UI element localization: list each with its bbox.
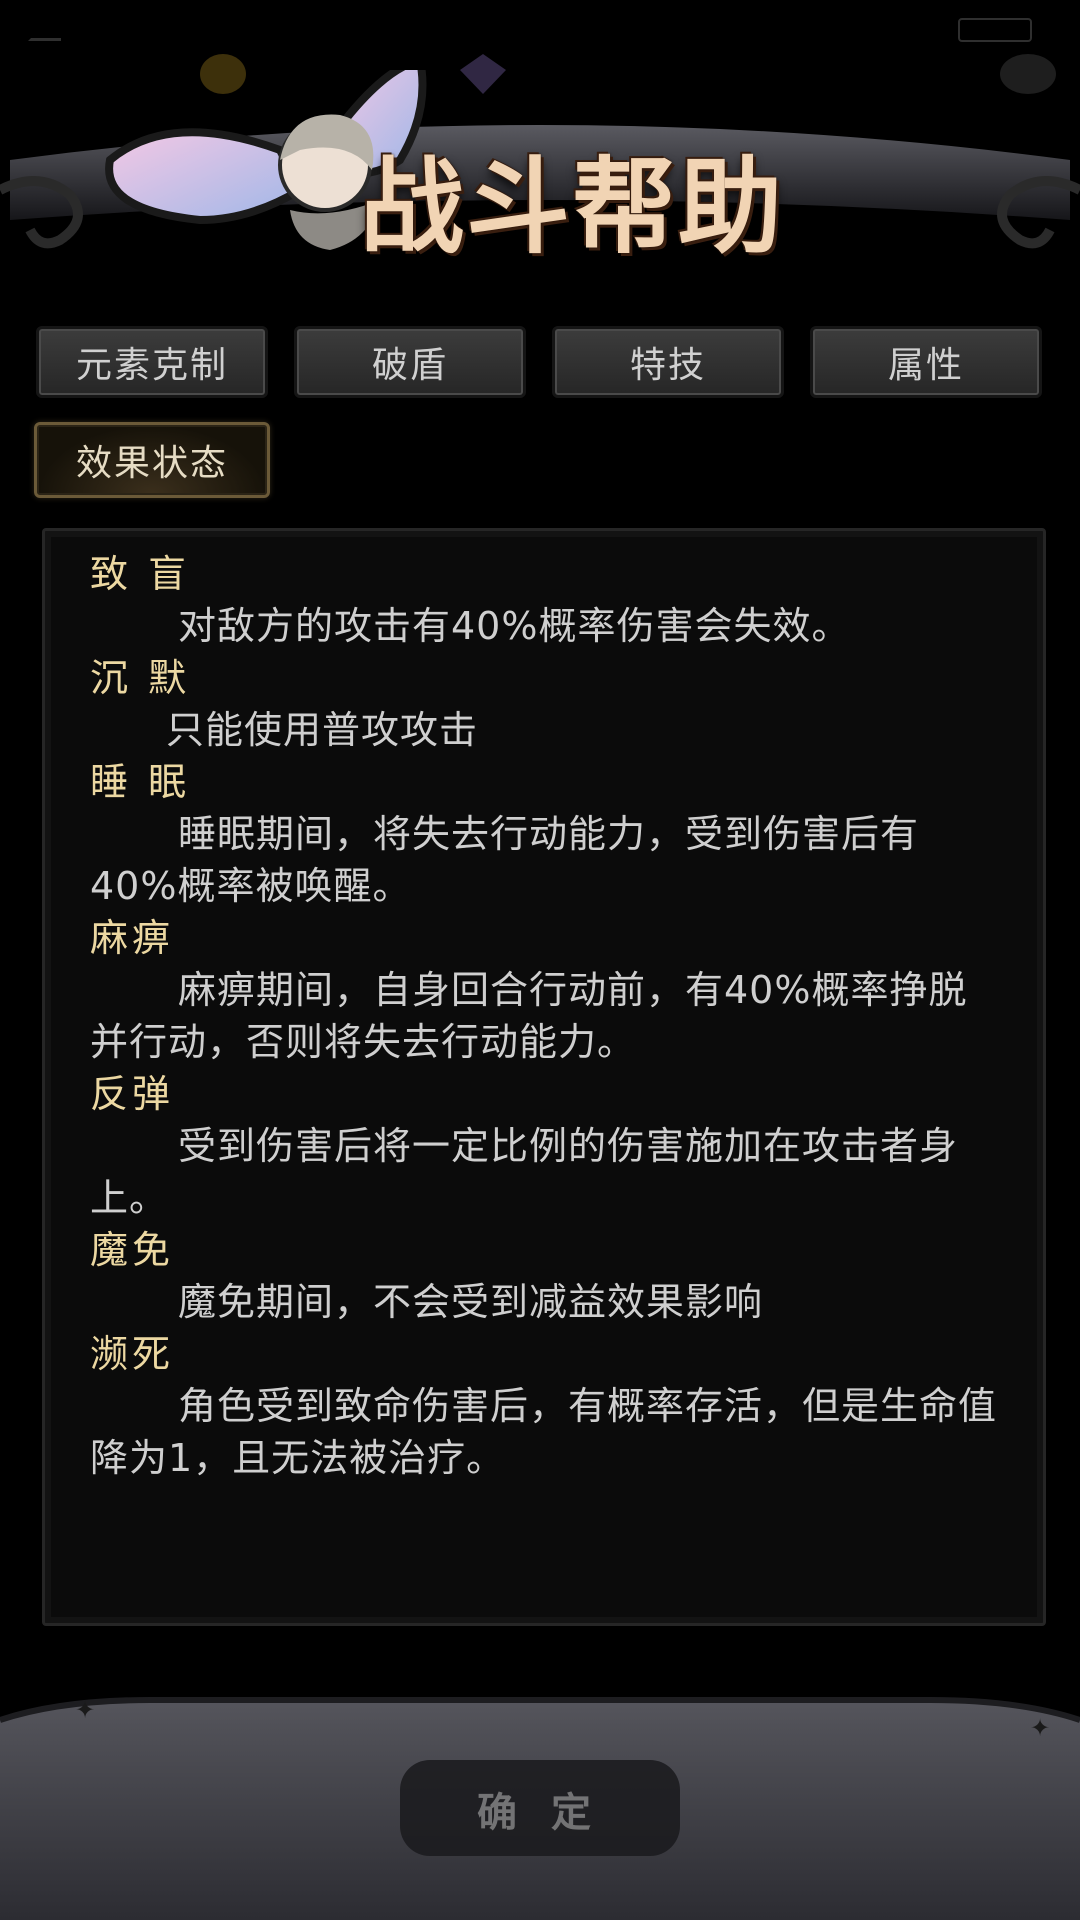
tab-special-skill[interactable]: 特技 [552, 326, 784, 398]
tab-element-counter[interactable]: 元素克制 [36, 326, 268, 398]
effect-description: 受到伤害后将一定比例的伤害施加在攻击者身上。 [90, 1124, 959, 1220]
battery-icon [958, 18, 1032, 42]
tab-status-effects[interactable]: 效果状态 [34, 422, 270, 498]
effect-name: 沉 默 [90, 656, 191, 700]
effect-description: 对敌方的攻击有40%概率伤害会失效。 [178, 604, 851, 648]
list-item: 麻痹 麻痹期间，自身回合行动前，有40%概率挣脱并行动，否则将失去行动能力。 [90, 912, 1000, 1068]
effect-name: 反弹 [90, 1072, 175, 1116]
effect-name: 麻痹 [90, 916, 175, 960]
effect-description: 角色受到致命伤害后，有概率存活，但是生命值降为1，且无法被治疗。 [90, 1384, 998, 1480]
effect-name: 睡 眠 [90, 760, 191, 804]
list-item: 反弹 受到伤害后将一定比例的伤害施加在攻击者身上。 [90, 1068, 1000, 1224]
effect-name: 致 盲 [90, 552, 191, 596]
svg-text:✦: ✦ [75, 1696, 95, 1724]
effect-description: 魔免期间，不会受到减益效果影响 [178, 1280, 764, 1324]
list-item: 濒死 角色受到致命伤害后，有概率存活，但是生命值降为1，且无法被治疗。 [90, 1328, 1000, 1484]
status-bar [0, 0, 1080, 60]
effect-description: 只能使用普攻攻击 [166, 708, 479, 752]
effect-name: 魔免 [90, 1228, 175, 1272]
list-item: 魔免 魔免期间，不会受到减益效果影响 [90, 1224, 1000, 1328]
effect-description: 麻痹期间，自身回合行动前，有40%概率挣脱并行动，否则将失去行动能力。 [90, 968, 968, 1064]
tab-attributes[interactable]: 属性 [810, 326, 1042, 398]
status-effect-list: 致 盲 对敌方的攻击有40%概率伤害会失效。 沉 默 只能使用普攻攻击 睡 眠 … [90, 548, 1000, 1484]
list-item: 致 盲 对敌方的攻击有40%概率伤害会失效。 [90, 548, 1000, 652]
page-title: 战斗帮助 [360, 145, 785, 268]
signal-icon [28, 16, 61, 41]
effect-name: 濒死 [90, 1332, 175, 1376]
list-item: 睡 眠 睡眠期间，将失去行动能力，受到伤害后有40%概率被唤醒。 [90, 756, 1000, 912]
effect-description: 睡眠期间，将失去行动能力，受到伤害后有40%概率被唤醒。 [90, 812, 920, 908]
list-item: 沉 默 只能使用普攻攻击 [90, 652, 1000, 756]
tab-shield-break[interactable]: 破盾 [294, 326, 526, 398]
svg-text:✦: ✦ [1030, 1714, 1050, 1742]
confirm-button[interactable]: 确 定 [404, 1766, 674, 1852]
